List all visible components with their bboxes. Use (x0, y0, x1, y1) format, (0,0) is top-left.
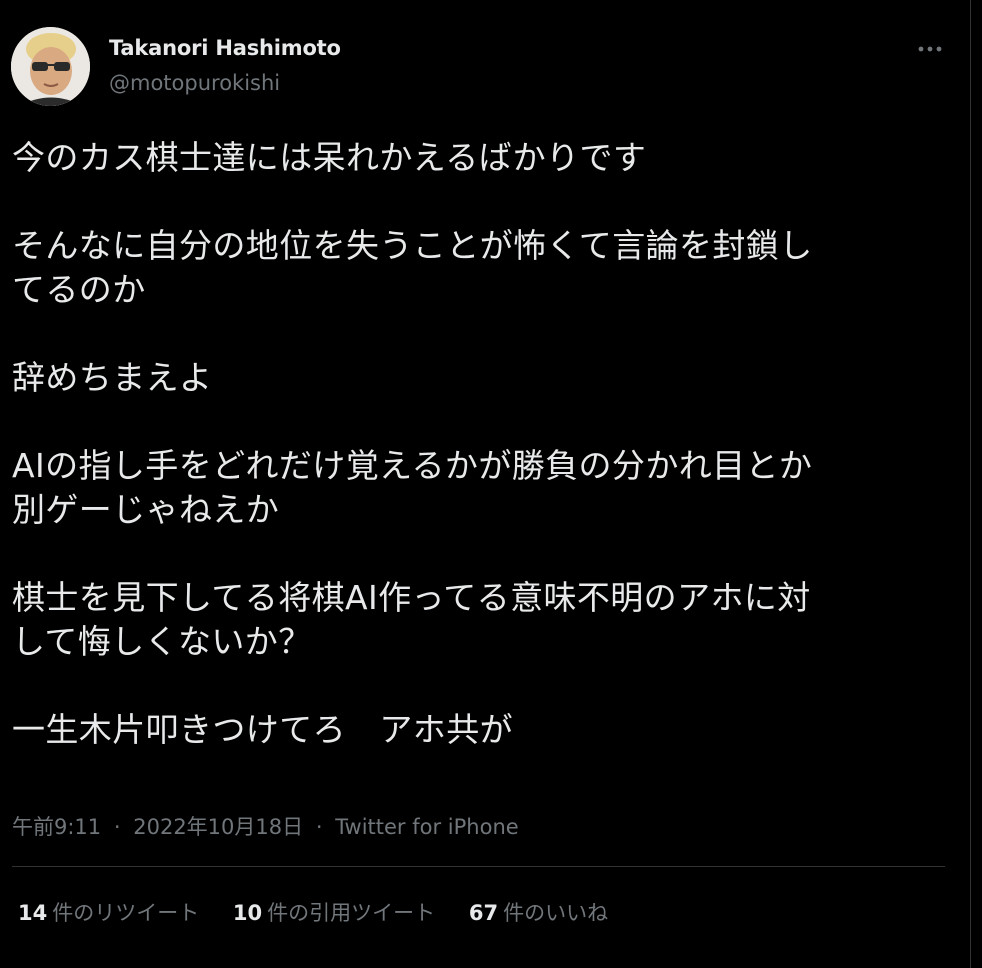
tweet-date[interactable]: 2022年10月18日 (133, 815, 303, 839)
retweets-label: 件のリツイート (52, 901, 200, 925)
likes-count: 67 (468, 901, 499, 925)
retweets-stat[interactable]: 14 件のリツイート (18, 897, 199, 927)
likes-label: 件のいいね (503, 901, 609, 925)
tweet-detail: Takanori Hashimoto @motopurokishi 今のカス棋士… (0, 0, 970, 968)
quotes-count: 10 (232, 901, 263, 925)
avatar-image (11, 27, 90, 106)
more-horizontal-icon (918, 46, 942, 52)
more-options-button[interactable] (910, 32, 950, 66)
likes-stat[interactable]: 67 件のいいね (469, 897, 608, 927)
tweet-time[interactable]: 午前9:11 (12, 815, 101, 839)
author-handle[interactable]: @motopurokishi (109, 71, 280, 95)
tweet-stats: 14 件のリツイート 10 件の引用ツイート 67 件のいいね (18, 897, 635, 927)
meta-separator: · (315, 815, 323, 839)
tweet-source[interactable]: Twitter for iPhone (335, 815, 519, 839)
avatar[interactable] (11, 27, 90, 106)
tweet-text: 今のカス棋士達には呆れかえるばかりです そんなに自分の地位を失うことが怖くて言論… (12, 138, 813, 749)
author-name[interactable]: Takanori Hashimoto (109, 36, 341, 60)
quotes-stat[interactable]: 10 件の引用ツイート (233, 897, 435, 927)
tweet-metadata: 午前9:11 · 2022年10月18日 · Twitter for iPhon… (12, 811, 519, 841)
retweets-count: 14 (18, 901, 48, 925)
stats-divider (12, 866, 945, 867)
quotes-label: 件の引用ツイート (267, 901, 436, 925)
meta-separator: · (113, 815, 121, 839)
column-border (970, 0, 971, 968)
